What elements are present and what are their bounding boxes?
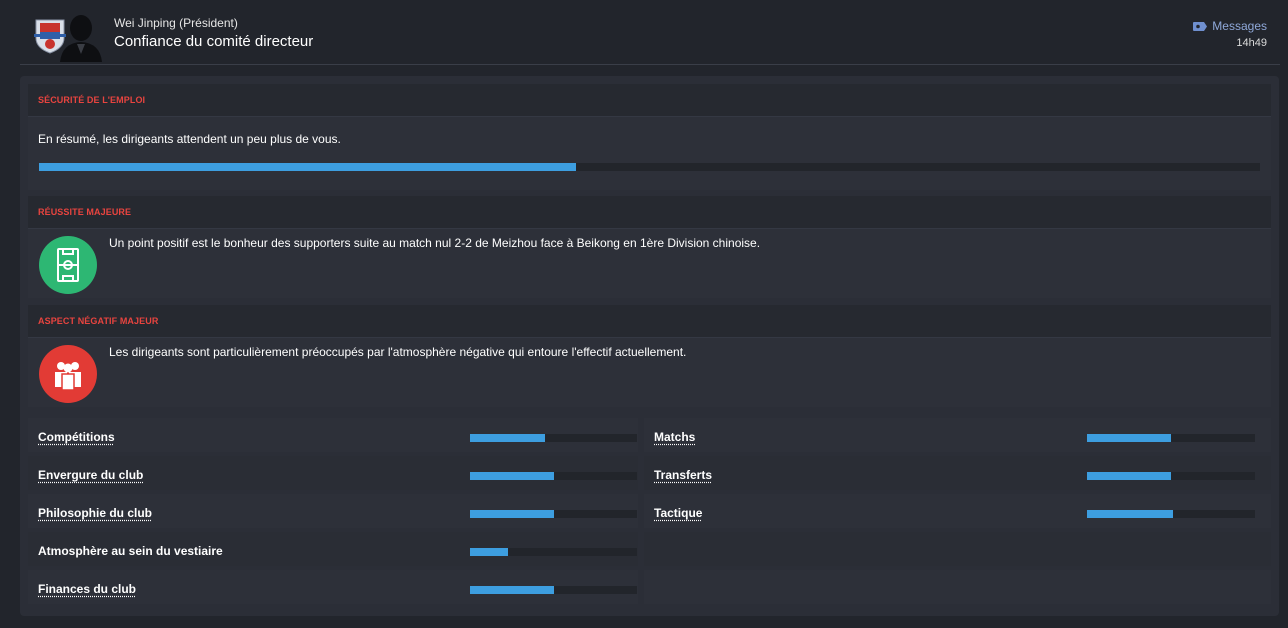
time-label: 14h49 xyxy=(1236,37,1267,49)
rating-row-empty xyxy=(644,570,1271,604)
messages-label: Messages xyxy=(1212,19,1267,33)
rating-bar xyxy=(470,586,637,594)
rating-label[interactable]: Compétitions xyxy=(38,430,115,444)
job-security-bar xyxy=(39,163,1260,171)
rating-bar-fill xyxy=(1087,472,1171,480)
rating-bar-fill xyxy=(1087,434,1171,442)
rating-bar xyxy=(1087,472,1255,480)
president-avatar xyxy=(60,15,102,62)
job-security-summary: En résumé, les dirigeants attendent un p… xyxy=(38,132,341,146)
rating-bar-fill xyxy=(470,434,546,442)
rating-bar xyxy=(470,472,637,480)
rating-bar xyxy=(1087,510,1255,518)
rating-bar-fill xyxy=(470,548,509,556)
rating-bar-fill xyxy=(1087,510,1173,518)
major-negative-text: Les dirigeants sont particulièrement pré… xyxy=(109,345,687,359)
rating-row[interactable]: Transferts xyxy=(644,456,1271,490)
rating-row[interactable]: Envergure du club xyxy=(28,456,638,490)
major-negative-title: ASPECT NÉGATIF MAJEUR xyxy=(38,316,159,326)
job-security-title: SÉCURITÉ DE L'EMPLOI xyxy=(38,95,146,105)
major-success-text: Un point positif est le bonheur des supp… xyxy=(109,236,761,250)
header-divider xyxy=(20,64,1280,65)
rating-label[interactable]: Envergure du club xyxy=(38,468,143,482)
squad-icon xyxy=(39,345,97,403)
rating-row-empty xyxy=(644,532,1271,566)
pitch-icon xyxy=(39,236,97,294)
board-confidence-panel: SÉCURITÉ DE L'EMPLOI En résumé, les diri… xyxy=(20,76,1279,616)
rating-bar xyxy=(1087,434,1255,442)
rating-bar xyxy=(470,548,637,556)
sender-name: Wei Jinping (Président) xyxy=(114,16,238,30)
rating-row: Atmosphère au sein du vestiaire xyxy=(28,532,638,566)
rating-row[interactable]: Finances du club xyxy=(28,570,638,604)
ratings-grid: Compétitions Envergure du club Philosoph… xyxy=(28,414,1271,608)
rating-bar-fill xyxy=(470,510,554,518)
job-security-section: SÉCURITÉ DE L'EMPLOI En résumé, les diri… xyxy=(28,84,1271,190)
rating-bar-fill xyxy=(470,472,554,480)
rating-label[interactable]: Matchs xyxy=(654,430,695,444)
major-success-section: RÉUSSITE MAJEURE Un point positif est le… xyxy=(28,196,1271,298)
rating-bar-fill xyxy=(470,586,554,594)
major-success-title: RÉUSSITE MAJEURE xyxy=(38,207,132,217)
rating-row[interactable]: Compétitions xyxy=(28,418,638,452)
rating-bar xyxy=(470,434,637,442)
rating-row[interactable]: Tactique xyxy=(644,494,1271,528)
rating-label[interactable]: Transferts xyxy=(654,468,712,482)
major-negative-section: ASPECT NÉGATIF MAJEUR Les dirigeants son… xyxy=(28,305,1271,407)
rating-bar xyxy=(470,510,637,518)
job-security-bar-fill xyxy=(39,163,577,171)
rating-label[interactable]: Philosophie du club xyxy=(38,506,152,520)
header: Wei Jinping (Président) Confiance du com… xyxy=(0,0,1288,64)
rating-label[interactable]: Finances du club xyxy=(38,582,136,596)
message-tag-icon xyxy=(1193,21,1208,31)
messages-link[interactable]: Messages xyxy=(1193,19,1267,33)
rating-row[interactable]: Matchs xyxy=(644,418,1271,452)
rating-row[interactable]: Philosophie du club xyxy=(28,494,638,528)
rating-label: Atmosphère au sein du vestiaire xyxy=(38,544,223,558)
page-title: Confiance du comité directeur xyxy=(114,33,314,50)
rating-label[interactable]: Tactique xyxy=(654,506,702,520)
